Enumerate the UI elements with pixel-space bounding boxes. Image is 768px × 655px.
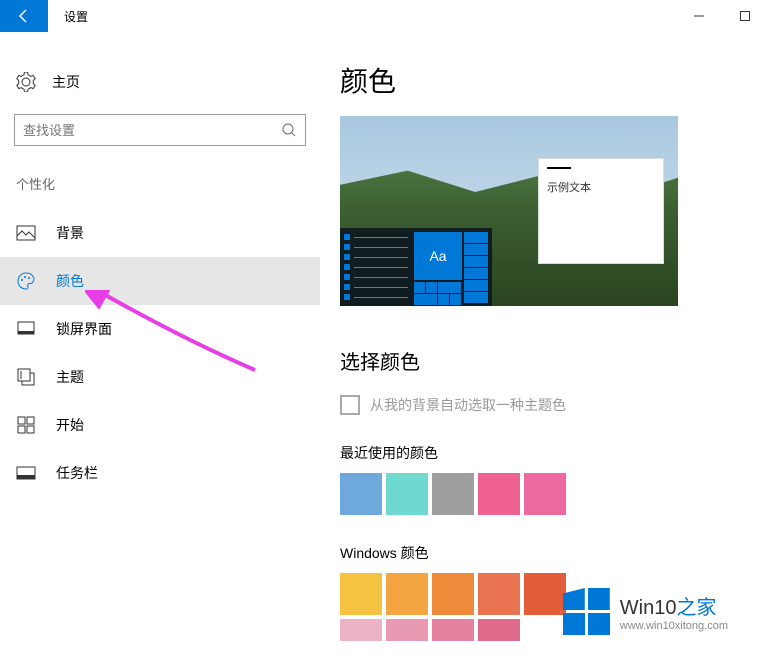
nav-background[interactable]: 背景: [0, 209, 320, 257]
color-swatch[interactable]: [386, 619, 428, 641]
nav-lockscreen[interactable]: 锁屏界面: [0, 305, 320, 353]
nav-label: 开始: [56, 415, 84, 435]
picture-icon: [16, 223, 36, 243]
color-swatch[interactable]: [340, 573, 382, 615]
nav-taskbar[interactable]: 任务栏: [0, 449, 320, 497]
theme-icon: [16, 367, 36, 387]
nav-label: 颜色: [56, 271, 84, 291]
main-panel: 颜色 示例文本 Aa: [320, 32, 768, 655]
watermark-title: Win10之家: [620, 591, 728, 620]
windows-logo-icon: [563, 588, 610, 635]
arrow-left-icon: [16, 8, 32, 24]
recent-colors-heading: 最近使用的颜色: [340, 443, 744, 463]
nav-label: 主题: [56, 367, 84, 387]
watermark: Win10之家 www.win10xitong.com: [563, 588, 728, 635]
palette-icon: [16, 271, 36, 291]
title-bar: 设置: [0, 0, 768, 32]
color-swatch[interactable]: [524, 573, 566, 615]
section-header: 个性化: [0, 174, 320, 193]
preview-taskbar: Aa: [340, 228, 492, 306]
window-controls: [676, 0, 768, 32]
nav-colors[interactable]: 颜色: [0, 257, 320, 305]
checkbox-icon[interactable]: [340, 395, 360, 415]
search-icon: [281, 122, 297, 138]
home-label: 主页: [52, 72, 80, 92]
desktop-preview: 示例文本 Aa: [340, 116, 678, 306]
color-swatch[interactable]: [432, 619, 474, 641]
content-area: 主页 个性化 背景 颜色 锁屏界面 主题 开始 任务栏: [0, 32, 768, 655]
nav-label: 背景: [56, 223, 84, 243]
home-link[interactable]: 主页: [0, 62, 320, 102]
color-swatch[interactable]: [432, 473, 474, 515]
color-swatch[interactable]: [478, 473, 520, 515]
color-swatch[interactable]: [478, 573, 520, 615]
choose-color-heading: 选择颜色: [340, 346, 744, 375]
search-input[interactable]: [23, 123, 281, 138]
sample-text: 示例文本: [547, 179, 655, 195]
checkbox-label: 从我的背景自动选取一种主题色: [370, 395, 566, 415]
taskbar-icon: [16, 463, 36, 483]
lockscreen-icon: [16, 319, 36, 339]
color-swatch[interactable]: [478, 619, 520, 641]
maximize-button[interactable]: [722, 0, 768, 32]
page-title: 颜色: [340, 60, 744, 100]
search-box[interactable]: [14, 114, 306, 146]
nav-label: 任务栏: [56, 463, 98, 483]
nav-themes[interactable]: 主题: [0, 353, 320, 401]
gear-icon: [16, 72, 36, 92]
window-title: 设置: [64, 8, 88, 25]
color-swatch[interactable]: [340, 473, 382, 515]
minimize-button[interactable]: [676, 0, 722, 32]
maximize-icon: [739, 10, 751, 22]
back-button[interactable]: [0, 0, 48, 32]
nav-label: 锁屏界面: [56, 319, 112, 339]
color-swatch[interactable]: [524, 473, 566, 515]
color-swatch[interactable]: [432, 573, 474, 615]
nav-start[interactable]: 开始: [0, 401, 320, 449]
color-swatch[interactable]: [386, 573, 428, 615]
recent-colors: [340, 473, 744, 515]
minimize-icon: [693, 10, 705, 22]
sidebar: 主页 个性化 背景 颜色 锁屏界面 主题 开始 任务栏: [0, 32, 320, 655]
preview-window: 示例文本: [538, 158, 664, 264]
auto-color-checkbox-row[interactable]: 从我的背景自动选取一种主题色: [340, 395, 744, 415]
watermark-url: www.win10xitong.com: [620, 620, 728, 632]
color-swatch[interactable]: [340, 619, 382, 641]
preview-tile: Aa: [414, 232, 462, 280]
start-icon: [16, 415, 36, 435]
color-swatch[interactable]: [386, 473, 428, 515]
windows-colors-heading: Windows 颜色: [340, 543, 744, 563]
